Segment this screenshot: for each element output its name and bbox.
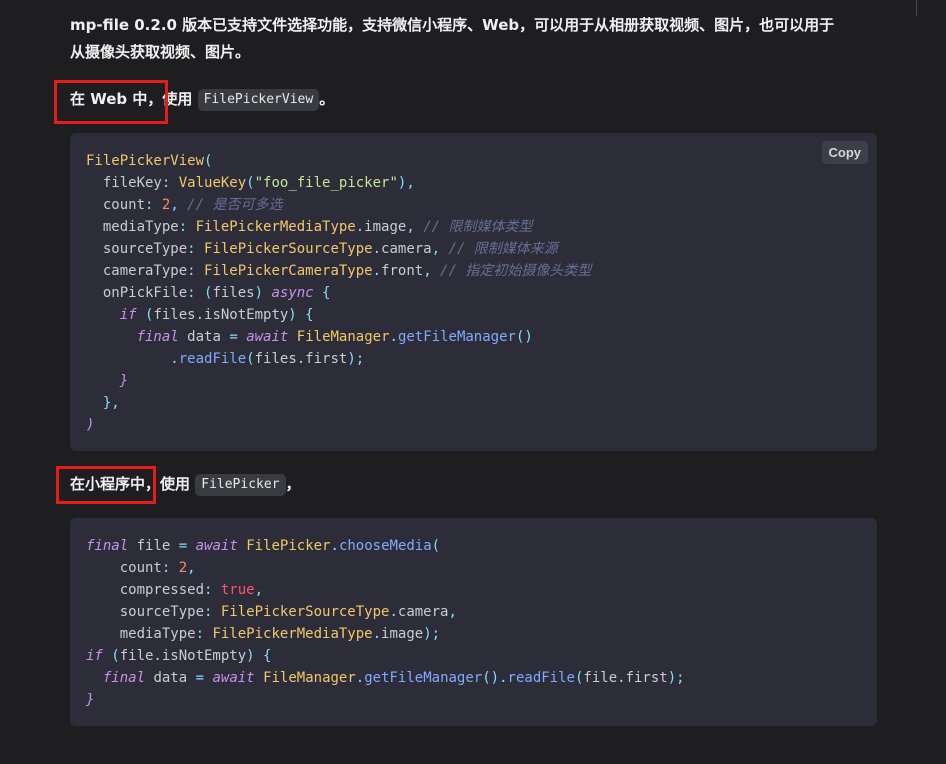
code-keyword: if bbox=[86, 648, 103, 664]
code-function: chooseMedia bbox=[338, 538, 432, 554]
code-token: count bbox=[102, 197, 146, 213]
code-token: FilePickerCameraType bbox=[204, 263, 373, 279]
code-token: file.isNotEmpty bbox=[119, 648, 247, 664]
code-keyword: async bbox=[271, 285, 314, 301]
code-function: getFileManager bbox=[397, 329, 516, 345]
copy-button[interactable]: Copy bbox=[821, 141, 868, 164]
code-token: FileManager bbox=[263, 670, 356, 686]
code-token: sourceType bbox=[119, 604, 205, 620]
code-token: image bbox=[364, 219, 407, 235]
code-comment: // 指定初始摄像头类型 bbox=[440, 263, 592, 279]
code-token: file bbox=[136, 538, 171, 554]
code-token: front bbox=[381, 263, 424, 279]
inline-code-filepicker: FilePicker bbox=[195, 474, 286, 496]
code-mini-content: final file = await FilePicker.chooseMedi… bbox=[86, 538, 685, 708]
code-web-content: FilePickerView( fileKey: ValueKey("foo_f… bbox=[86, 153, 592, 433]
code-comment: // 是否可多选 bbox=[187, 197, 283, 213]
code-comment: // 限制媒体类型 bbox=[423, 219, 533, 235]
code-token: FilePickerView bbox=[86, 153, 205, 169]
code-token: FilePickerMediaType bbox=[195, 219, 356, 235]
code-token: data bbox=[187, 329, 221, 345]
web-heading-punct: 。 bbox=[319, 90, 335, 108]
code-token: mediaType bbox=[102, 219, 179, 235]
code-token: FilePickerSourceType bbox=[204, 241, 373, 257]
code-keyword: await bbox=[195, 538, 238, 554]
code-token: sourceType bbox=[102, 241, 188, 257]
code-token: count bbox=[119, 560, 162, 576]
code-token: FilePickerMediaType bbox=[212, 626, 373, 642]
code-function: readFile bbox=[178, 351, 247, 367]
code-token: fileKey bbox=[102, 175, 162, 191]
code-token: files.first bbox=[254, 351, 348, 367]
intro-line-1: mp-file 0.2.0 版本已支持文件选择功能，支持微信小程序、Web，可以… bbox=[70, 16, 835, 34]
code-token: camera bbox=[381, 241, 432, 257]
code-token: image bbox=[381, 626, 424, 642]
code-comment: // 限制媒体来源 bbox=[448, 241, 558, 257]
code-token: files.isNotEmpty bbox=[153, 307, 289, 323]
highlight-box-web bbox=[54, 80, 168, 124]
code-keyword: final bbox=[86, 538, 129, 554]
code-token: compressed bbox=[119, 582, 205, 598]
code-keyword: final bbox=[102, 670, 146, 686]
code-keyword: final bbox=[136, 329, 179, 345]
code-token: mediaType bbox=[119, 626, 196, 642]
code-token: data bbox=[153, 670, 188, 686]
code-token: onPickFile bbox=[102, 285, 188, 301]
mini-section-heading: 在小程序中，使用 FilePicker， bbox=[70, 471, 880, 498]
code-token: ValueKey bbox=[178, 175, 247, 191]
code-token: camera bbox=[397, 604, 449, 620]
code-token: cameraType bbox=[102, 263, 188, 279]
code-keyword: await bbox=[246, 329, 289, 345]
highlight-box-miniprogram bbox=[56, 466, 156, 504]
code-keyword: if bbox=[119, 307, 137, 323]
code-token: 2 bbox=[178, 560, 188, 576]
intro-paragraph: mp-file 0.2.0 版本已支持文件选择功能，支持微信小程序、Web，可以… bbox=[70, 12, 880, 66]
code-token: file.first bbox=[583, 670, 668, 686]
web-section-heading: 在 Web 中，使用 FilePickerView。 bbox=[70, 86, 880, 113]
code-token: FileManager bbox=[296, 329, 390, 345]
code-token: "foo_file_picker" bbox=[254, 175, 398, 191]
mini-heading-punct: ， bbox=[285, 475, 301, 493]
code-token: FilePickerSourceType bbox=[220, 604, 390, 620]
intro-line-2: 从摄像头获取视频、图片。 bbox=[70, 43, 251, 61]
code-token: true bbox=[220, 582, 255, 598]
code-token: files bbox=[212, 285, 255, 301]
code-token: FilePicker bbox=[246, 538, 331, 554]
inline-code-filepickerview: FilePickerView bbox=[197, 89, 320, 111]
code-function: getFileManager bbox=[364, 670, 483, 686]
scrollbar-divider bbox=[916, 0, 917, 16]
code-keyword: await bbox=[212, 670, 255, 686]
code-block-miniprogram: final file = await FilePicker.chooseMedi… bbox=[70, 518, 877, 726]
code-function: readFile bbox=[507, 670, 575, 686]
code-block-web: Copy FilePickerView( fileKey: ValueKey("… bbox=[70, 133, 877, 451]
